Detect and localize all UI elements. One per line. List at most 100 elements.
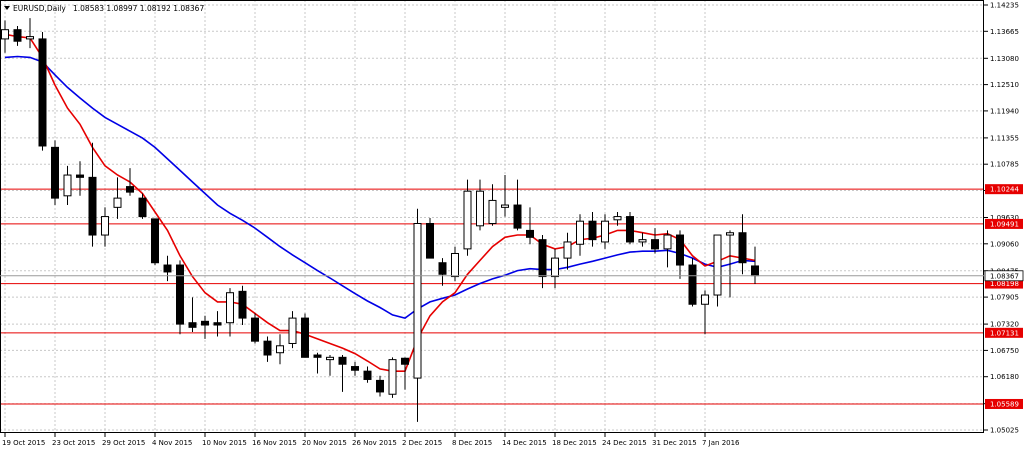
candle-body-down (513, 204, 522, 229)
candle (626, 211, 634, 245)
y-tick-label: 1.06750 (990, 347, 1019, 355)
candle-body-down (738, 232, 747, 264)
candle-body-down (338, 356, 347, 365)
candle-body-up (26, 36, 34, 40)
y-tick-label: 1.05025 (990, 427, 1019, 435)
chart-header: EURUSD,Daily 1.08583 1.08997 1.08192 1.0… (4, 4, 204, 13)
candle-body-down (651, 239, 659, 250)
candle-body-up (101, 216, 109, 236)
candle-body-down (88, 176, 97, 236)
candle-body-down (363, 370, 372, 380)
x-tick-label: 4 Nov 2015 (152, 439, 192, 447)
candle-body-down (126, 186, 134, 193)
candle (688, 258, 697, 307)
x-tick-label: 8 Dec 2015 (452, 439, 492, 447)
candle-body-down (163, 264, 172, 273)
x-tick-label: 18 Dec 2015 (552, 439, 597, 447)
candle-body-down (38, 38, 47, 147)
x-tick-label: 7 Jan 2016 (702, 439, 740, 447)
candle-body-up (501, 204, 509, 208)
x-tick-label: 2 Dec 2015 (402, 439, 442, 447)
x-tick-label: 14 Dec 2015 (502, 439, 547, 447)
candle-body-up (726, 232, 734, 236)
y-tick-label: 1.07905 (990, 294, 1019, 302)
candle-body-down (688, 264, 697, 305)
candle-body-up (713, 234, 722, 296)
candle-body-down (313, 354, 322, 358)
candle-body-up (276, 345, 284, 354)
chart-container[interactable]: 1.14235 1.13665 1.13080 1.12510 1.11940 1.113… (0, 0, 1024, 452)
candle-body-up (488, 199, 497, 224)
price-chart[interactable]: 1.14235 1.13665 1.13080 1.12510 1.11940 1.113… (0, 0, 1024, 452)
candle-body-up (63, 174, 72, 197)
level-price-label: 1.05589 (990, 400, 1019, 408)
candle-body-down (176, 264, 184, 325)
candle-body-up (576, 220, 584, 245)
candle-body-up (1, 29, 9, 40)
y-tick-label: 1.10785 (990, 161, 1019, 169)
candle-body-up (288, 317, 297, 344)
candle-body-up (226, 292, 234, 324)
candle-body-down (201, 320, 209, 326)
candle (151, 218, 159, 266)
candle-body-up (413, 222, 422, 379)
candle-body-down (438, 262, 447, 275)
x-tick-label: 31 Dec 2015 (652, 439, 697, 447)
candle-body-down (351, 366, 359, 371)
candle (51, 140, 59, 206)
candle (301, 313, 309, 358)
candle-body-down (213, 322, 222, 326)
candle-body-down (151, 218, 159, 264)
y-tick-label: 1.09060 (990, 240, 1019, 248)
candle-body-down (376, 379, 384, 393)
symbol-label: EURUSD,Daily (13, 4, 66, 13)
x-tick-label: 26 Nov 2015 (352, 439, 397, 447)
candle-body-down (76, 174, 84, 178)
level-price-label: 1.09491 (990, 220, 1019, 228)
y-tick-label: 1.14235 (990, 2, 1019, 10)
candle-body-down (751, 265, 759, 277)
candle-body-down (138, 197, 147, 218)
y-tick-label: 1.13080 (990, 55, 1019, 63)
candle (38, 31, 47, 151)
candle-body-down (626, 216, 634, 243)
x-tick-label: 23 Oct 2015 (52, 439, 95, 447)
y-tick-label: 1.07320 (990, 321, 1019, 329)
candle-body-down (426, 222, 434, 259)
candle-body-up (326, 356, 334, 361)
y-tick-label: 1.11940 (990, 107, 1019, 115)
candle-body-down (538, 239, 547, 278)
candle (176, 260, 184, 335)
x-tick-label: 24 Dec 2015 (602, 439, 647, 447)
candle-body-up (563, 241, 572, 259)
candle-body-up (613, 216, 622, 221)
ohlc-label: 1.08583 1.08997 1.08192 1.08367 (73, 4, 204, 13)
x-tick-label: 20 Nov 2015 (302, 439, 347, 447)
candle-body-up (663, 234, 672, 250)
candle (388, 357, 397, 398)
candle-body-down (238, 290, 247, 319)
candle-body-down (401, 357, 409, 365)
candle-body-up (388, 359, 397, 395)
candle-body-up (638, 239, 647, 243)
y-tick-label: 1.12510 (990, 81, 1019, 89)
candle-body-up (601, 220, 609, 243)
candle-body-down (51, 146, 59, 199)
candle-body-up (451, 252, 459, 278)
x-tick-label: 19 Oct 2015 (2, 439, 45, 447)
candle-body-up (113, 197, 122, 208)
candle-body-down (188, 322, 197, 328)
y-tick-label: 1.11355 (990, 134, 1019, 142)
x-tick-label: 10 Nov 2015 (202, 439, 247, 447)
candle-body-down (263, 340, 272, 356)
candle (426, 217, 434, 259)
candle-body-down (526, 229, 534, 238)
level-price-label: 1.08198 (990, 280, 1019, 288)
x-tick-label: 29 Oct 2015 (102, 439, 145, 447)
candle-body-down (251, 317, 259, 342)
x-tick-label: 16 Nov 2015 (252, 439, 297, 447)
candle-body-up (463, 190, 472, 250)
y-tick-label: 1.13665 (990, 28, 1019, 36)
level-price-label: 1.10244 (990, 186, 1019, 194)
candle (463, 179, 472, 256)
